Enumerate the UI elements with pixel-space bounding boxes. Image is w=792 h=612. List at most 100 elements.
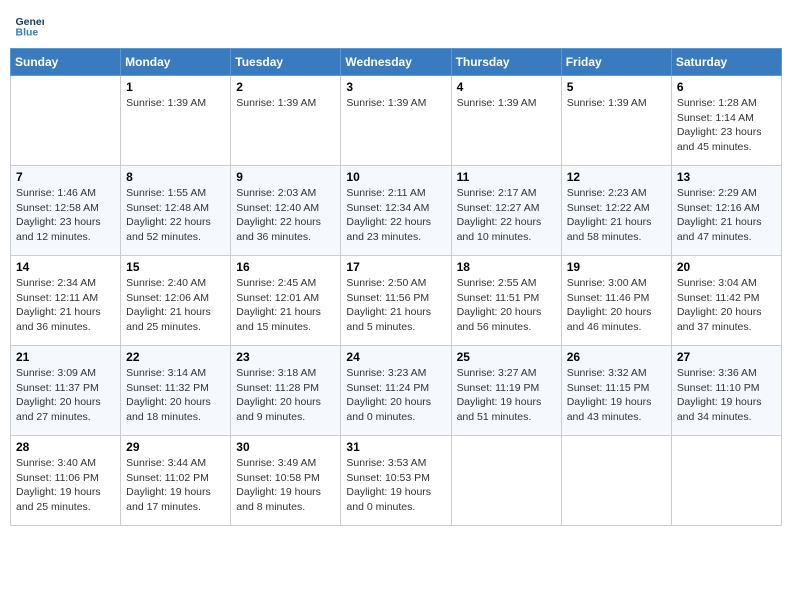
calendar-cell: 2 Sunrise: 1:39 AM: [231, 76, 341, 166]
weekday-header-sunday: Sunday: [11, 49, 121, 76]
calendar-cell: 17Sunrise: 2:50 AM Sunset: 11:56 PM Dayl…: [341, 256, 451, 346]
day-number: 10: [346, 170, 445, 184]
day-number: 18: [457, 260, 556, 274]
calendar-cell: 30 Sunrise: 3:49 AM Sunset: 10:58 PM Dayl…: [231, 436, 341, 526]
day-info: Sunrise: 3:53 AM Sunset: 10:53 PM Daylig…: [346, 456, 445, 515]
day-info: Sunrise: 3:40 AM Sunset: 11:06 PM Daylig…: [16, 456, 115, 515]
day-number: 30: [236, 440, 335, 454]
calendar-cell: 31 Sunrise: 3:53 AM Sunset: 10:53 PM Dayl…: [341, 436, 451, 526]
day-number: 12: [567, 170, 666, 184]
day-number: 5: [567, 80, 666, 94]
calendar-cell: 4 Sunrise: 1:39 AM: [451, 76, 561, 166]
day-info: Sunrise: 2:55 AM Sunset: 11:51 PM Daylig…: [457, 276, 556, 335]
week-row-2: 7 Sunrise: 1:46 AM Sunset: 12:58 AM Dayli…: [11, 166, 782, 256]
day-info: Sunrise: 3:44 AM Sunset: 11:02 PM Daylig…: [126, 456, 225, 515]
page-header: General Blue: [10, 10, 782, 40]
calendar-cell: 25Sunrise: 3:27 AM Sunset: 11:19 PM Dayl…: [451, 346, 561, 436]
week-row-3: 14 Sunrise: 2:34 AM Sunset: 12:11 AM Dayl…: [11, 256, 782, 346]
day-info: Sunrise: 1:39 AM: [236, 96, 335, 111]
calendar-cell: 5 Sunrise: 1:39 AM: [561, 76, 671, 166]
day-number: 27: [677, 350, 776, 364]
day-number: 13: [677, 170, 776, 184]
calendar-cell: 18 Sunrise: 2:55 AM Sunset: 11:51 PM Dayl…: [451, 256, 561, 346]
day-info: Sunrise: 2:17 AM Sunset: 12:27 AM Daylig…: [457, 186, 556, 245]
day-info: Sunrise: 2:23 AM Sunset: 12:22 AM Daylig…: [567, 186, 666, 245]
day-number: 3: [346, 80, 445, 94]
weekday-header-tuesday: Tuesday: [231, 49, 341, 76]
weekday-header-wednesday: Wednesday: [341, 49, 451, 76]
day-number: 19: [567, 260, 666, 274]
weekday-header-saturday: Saturday: [671, 49, 781, 76]
day-info: Sunrise: 1:39 AM: [346, 96, 445, 111]
day-info: Sunrise: 2:34 AM Sunset: 12:11 AM Daylig…: [16, 276, 115, 335]
calendar-cell: 24 Sunrise: 3:23 AM Sunset: 11:24 PM Dayl…: [341, 346, 451, 436]
weekday-header-row: SundayMondayTuesdayWednesdayThursdayFrid…: [11, 49, 782, 76]
day-number: 9: [236, 170, 335, 184]
day-number: 6: [677, 80, 776, 94]
day-number: 2: [236, 80, 335, 94]
day-number: 24: [346, 350, 445, 364]
calendar-table: SundayMondayTuesdayWednesdayThursdayFrid…: [10, 48, 782, 526]
calendar-cell: 11 Sunrise: 2:17 AM Sunset: 12:27 AM Dayl…: [451, 166, 561, 256]
day-number: 11: [457, 170, 556, 184]
day-number: 17: [346, 260, 445, 274]
calendar-cell: 28 Sunrise: 3:40 AM Sunset: 11:06 PM Dayl…: [11, 436, 121, 526]
day-info: Sunrise: 2:45 AM Sunset: 12:01 AM Daylig…: [236, 276, 335, 335]
day-number: 29: [126, 440, 225, 454]
calendar-cell: [11, 76, 121, 166]
day-info: Sunrise: 2:03 AM Sunset: 12:40 AM Daylig…: [236, 186, 335, 245]
day-info: Sunrise: 3:23 AM Sunset: 11:24 PM Daylig…: [346, 366, 445, 425]
weekday-header-thursday: Thursday: [451, 49, 561, 76]
day-info: Sunrise: 1:39 AM: [126, 96, 225, 111]
svg-text:Blue: Blue: [16, 27, 39, 39]
calendar-cell: 1Sunrise: 1:39 AM: [121, 76, 231, 166]
day-number: 16: [236, 260, 335, 274]
day-info: Sunrise: 1:39 AM: [457, 96, 556, 111]
day-number: 28: [16, 440, 115, 454]
day-number: 4: [457, 80, 556, 94]
day-number: 14: [16, 260, 115, 274]
day-number: 23: [236, 350, 335, 364]
week-row-4: 21Sunrise: 3:09 AM Sunset: 11:37 PM Dayl…: [11, 346, 782, 436]
day-info: Sunrise: 1:28 AM Sunset: 1:14 AM Dayligh…: [677, 96, 776, 155]
day-number: 8: [126, 170, 225, 184]
calendar-cell: 12 Sunrise: 2:23 AM Sunset: 12:22 AM Dayl…: [561, 166, 671, 256]
day-info: Sunrise: 2:40 AM Sunset: 12:06 AM Daylig…: [126, 276, 225, 335]
day-number: 31: [346, 440, 445, 454]
day-info: Sunrise: 1:39 AM: [567, 96, 666, 111]
calendar-cell: 22 Sunrise: 3:14 AM Sunset: 11:32 PM Dayl…: [121, 346, 231, 436]
logo: General Blue: [14, 10, 48, 40]
day-number: 20: [677, 260, 776, 274]
day-info: Sunrise: 2:29 AM Sunset: 12:16 AM Daylig…: [677, 186, 776, 245]
day-number: 26: [567, 350, 666, 364]
calendar-cell: 10 Sunrise: 2:11 AM Sunset: 12:34 AM Dayl…: [341, 166, 451, 256]
day-info: Sunrise: 3:32 AM Sunset: 11:15 PM Daylig…: [567, 366, 666, 425]
day-info: Sunrise: 3:49 AM Sunset: 10:58 PM Daylig…: [236, 456, 335, 515]
day-info: Sunrise: 3:18 AM Sunset: 11:28 PM Daylig…: [236, 366, 335, 425]
calendar-cell: [671, 436, 781, 526]
day-info: Sunrise: 1:55 AM Sunset: 12:48 AM Daylig…: [126, 186, 225, 245]
weekday-header-monday: Monday: [121, 49, 231, 76]
calendar-cell: 23 Sunrise: 3:18 AM Sunset: 11:28 PM Dayl…: [231, 346, 341, 436]
day-info: Sunrise: 3:14 AM Sunset: 11:32 PM Daylig…: [126, 366, 225, 425]
calendar-cell: 19 Sunrise: 3:00 AM Sunset: 11:46 PM Dayl…: [561, 256, 671, 346]
weekday-header-friday: Friday: [561, 49, 671, 76]
day-number: 22: [126, 350, 225, 364]
week-row-1: 1Sunrise: 1:39 AM 2 Sunrise: 1:39 AM 3 Sunri…: [11, 76, 782, 166]
calendar-cell: [451, 436, 561, 526]
day-info: Sunrise: 1:46 AM Sunset: 12:58 AM Daylig…: [16, 186, 115, 245]
day-info: Sunrise: 2:11 AM Sunset: 12:34 AM Daylig…: [346, 186, 445, 245]
day-info: Sunrise: 3:27 AM Sunset: 11:19 PM Daylig…: [457, 366, 556, 425]
day-info: Sunrise: 3:36 AM Sunset: 11:10 PM Daylig…: [677, 366, 776, 425]
calendar-cell: 13 Sunrise: 2:29 AM Sunset: 12:16 AM Dayl…: [671, 166, 781, 256]
calendar-cell: 7 Sunrise: 1:46 AM Sunset: 12:58 AM Dayli…: [11, 166, 121, 256]
calendar-cell: 26 Sunrise: 3:32 AM Sunset: 11:15 PM Dayl…: [561, 346, 671, 436]
week-row-5: 28 Sunrise: 3:40 AM Sunset: 11:06 PM Dayl…: [11, 436, 782, 526]
calendar-cell: 20Sunrise: 3:04 AM Sunset: 11:42 PM Dayl…: [671, 256, 781, 346]
day-info: Sunrise: 3:00 AM Sunset: 11:46 PM Daylig…: [567, 276, 666, 335]
calendar-cell: 27 Sunrise: 3:36 AM Sunset: 11:10 PM Dayl…: [671, 346, 781, 436]
day-number: 7: [16, 170, 115, 184]
calendar-cell: 16 Sunrise: 2:45 AM Sunset: 12:01 AM Dayl…: [231, 256, 341, 346]
calendar-cell: 15Sunrise: 2:40 AM Sunset: 12:06 AM Dayl…: [121, 256, 231, 346]
calendar-cell: 29 Sunrise: 3:44 AM Sunset: 11:02 PM Dayl…: [121, 436, 231, 526]
